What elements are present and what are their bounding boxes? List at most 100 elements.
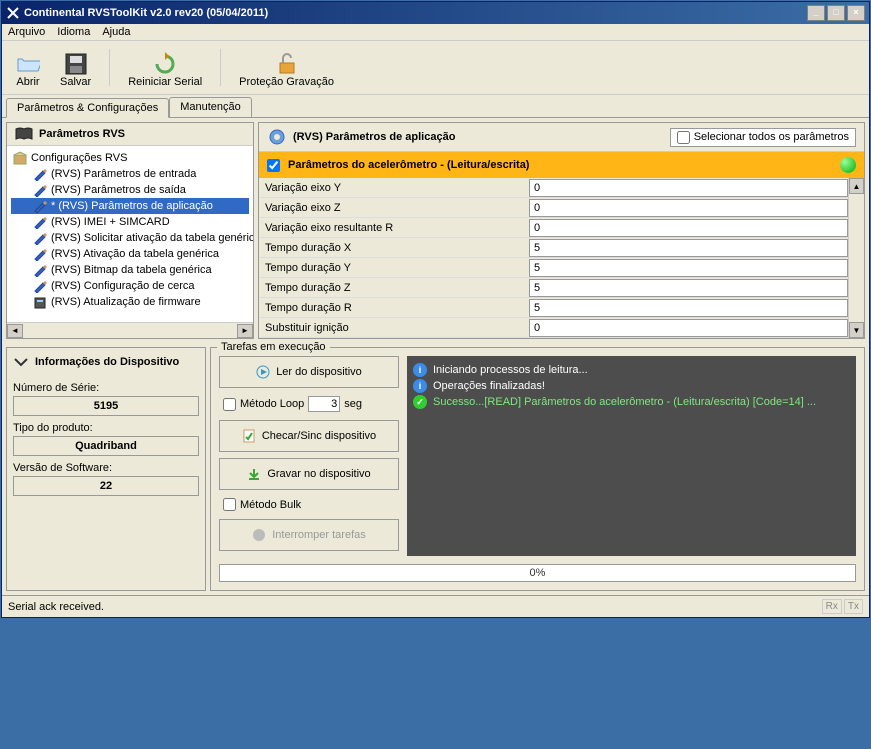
bulk-method-row: Método Bulk <box>219 496 399 513</box>
tree-item[interactable]: (RVS) IMEI + SIMCARD <box>11 214 249 230</box>
log-output[interactable]: iIniciando processos de leitura...iOpera… <box>407 356 856 556</box>
sw-row: Versão de Software: 22 <box>13 462 199 496</box>
progress-bar: 0% <box>219 564 856 582</box>
tree-item[interactable]: (RVS) Atualização de firmware <box>11 294 249 310</box>
tree-item-label: (RVS) Ativação da tabela genérica <box>51 248 219 260</box>
stop-icon <box>252 528 266 542</box>
product-value: Quadriband <box>13 436 199 456</box>
menu-idioma[interactable]: Idioma <box>57 26 90 38</box>
maximize-button[interactable]: □ <box>827 5 845 21</box>
tree-hscroll[interactable]: ◄ ► <box>7 322 253 338</box>
product-label: Tipo do produto: <box>13 422 199 434</box>
param-value-input[interactable] <box>529 259 848 277</box>
right-panel-header: (RVS) Parâmetros de aplicação Selecionar… <box>259 123 864 152</box>
save-label: Salvar <box>60 76 91 88</box>
vscroll-track[interactable] <box>849 194 864 322</box>
serial-value: 5195 <box>13 396 199 416</box>
folder-open-icon <box>16 52 40 76</box>
close-button[interactable]: × <box>847 5 865 21</box>
stop-label: Interromper tarefas <box>272 529 366 541</box>
tasks-panel: Tarefas em execução Ler do dispositivo M… <box>210 347 865 591</box>
log-line: iIniciando processos de leitura... <box>413 362 850 378</box>
menu-ajuda[interactable]: Ajuda <box>102 26 130 38</box>
param-value-input[interactable] <box>529 199 848 217</box>
seg-label: seg <box>344 398 362 410</box>
pencil-icon <box>33 247 47 261</box>
select-all-checkbox[interactable]: Selecionar todos os parâmetros <box>670 128 856 147</box>
tasks-body: Ler do dispositivo Método Loop seg Checa… <box>211 352 864 560</box>
tree-item-label: * (RVS) Parâmetros de aplicação <box>51 200 213 212</box>
param-label: Tempo duração X <box>259 240 529 256</box>
devinfo-title: Informações do Dispositivo <box>35 356 179 368</box>
tab-manutencao[interactable]: Manutenção <box>169 97 252 117</box>
app-icon <box>6 6 20 20</box>
param-group-header[interactable]: Parâmetros do acelerômetro - (Leitura/es… <box>259 152 864 178</box>
read-device-button[interactable]: Ler do dispositivo <box>219 356 399 388</box>
tree-item[interactable]: (RVS) Bitmap da tabela genérica <box>11 262 249 278</box>
params-vscroll[interactable]: ▲ ▼ <box>848 178 864 338</box>
minimize-button[interactable]: _ <box>807 5 825 21</box>
select-all-input[interactable] <box>677 131 690 144</box>
tab-params[interactable]: Parâmetros & Configurações <box>6 98 169 118</box>
tree-item-label: (RVS) Bitmap da tabela genérica <box>51 264 212 276</box>
tasks-legend: Tarefas em execução <box>217 341 330 353</box>
main-window: Continental RVSToolKit v2.0 rev20 (05/04… <box>1 1 870 618</box>
bulk-checkbox[interactable] <box>223 498 236 511</box>
sw-value: 22 <box>13 476 199 496</box>
open-button[interactable]: Abrir <box>10 45 46 90</box>
chevron-down-icon <box>13 357 29 367</box>
tree-item[interactable]: * (RVS) Parâmetros de aplicação <box>11 198 249 214</box>
loop-seconds-input[interactable] <box>308 396 340 412</box>
config-tree[interactable]: Configurações RVS (RVS) Parâmetros de en… <box>7 146 253 322</box>
menu-arquivo[interactable]: Arquivo <box>8 26 45 38</box>
save-button[interactable]: Salvar <box>54 45 97 90</box>
param-value-input[interactable] <box>529 239 848 257</box>
stop-tasks-button[interactable]: Interromper tarefas <box>219 519 399 551</box>
box-icon <box>13 151 27 165</box>
restart-serial-button[interactable]: Reiniciar Serial <box>122 45 208 90</box>
tree-title: Parâmetros RVS <box>39 128 125 140</box>
tree-root[interactable]: Configurações RVS <box>11 150 249 166</box>
open-label: Abrir <box>16 76 39 88</box>
group-checkbox[interactable] <box>267 159 280 172</box>
param-label: Tempo duração R <box>259 300 529 316</box>
tree-item[interactable]: (RVS) Parâmetros de saída <box>11 182 249 198</box>
info-icon: i <box>413 379 427 393</box>
menubar: Arquivo Idioma Ajuda <box>2 24 869 41</box>
pencil-icon <box>33 279 47 293</box>
sw-label: Versão de Software: <box>13 462 199 474</box>
scroll-down-button[interactable]: ▼ <box>849 322 864 338</box>
read-label: Ler do dispositivo <box>276 366 362 378</box>
param-value-input[interactable] <box>529 319 848 337</box>
play-icon <box>256 365 270 379</box>
check-icon: ✓ <box>413 395 427 409</box>
loop-method-row: Método Loop seg <box>219 394 399 414</box>
param-value-input[interactable] <box>529 219 848 237</box>
param-label: Substituir ignição <box>259 320 529 336</box>
tree-item-label: (RVS) IMEI + SIMCARD <box>51 216 170 228</box>
scroll-up-button[interactable]: ▲ <box>849 178 864 194</box>
protection-label: Proteção Gravação <box>239 76 334 88</box>
rx-indicator: Rx <box>822 599 842 614</box>
tree-item[interactable]: (RVS) Ativação da tabela genérica <box>11 246 249 262</box>
write-device-button[interactable]: Gravar no dispositivo <box>219 458 399 490</box>
write-protection-button[interactable]: Proteção Gravação <box>233 45 340 90</box>
pencil-icon <box>33 263 47 277</box>
param-value-input[interactable] <box>529 279 848 297</box>
toolbar-separator-2 <box>220 49 221 86</box>
scroll-left-button[interactable]: ◄ <box>7 324 23 338</box>
param-value-input[interactable] <box>529 299 848 317</box>
tree-item[interactable]: (RVS) Solicitar ativação da tabela genér… <box>11 230 249 246</box>
log-line: iOperações finalizadas! <box>413 378 850 394</box>
tree-item[interactable]: (RVS) Configuração de cerca <box>11 278 249 294</box>
check-sync-button[interactable]: Checar/Sinc dispositivo <box>219 420 399 452</box>
param-value-input[interactable] <box>529 179 848 197</box>
log-text: Iniciando processos de leitura... <box>433 364 588 376</box>
download-icon <box>247 467 261 481</box>
right-panel-title: (RVS) Parâmetros de aplicação <box>293 131 664 143</box>
group-title: Parâmetros do acelerômetro - (Leitura/es… <box>288 159 529 171</box>
tree-item-label: (RVS) Parâmetros de saída <box>51 184 186 196</box>
loop-checkbox[interactable] <box>223 398 236 411</box>
scroll-right-button[interactable]: ► <box>237 324 253 338</box>
tree-item[interactable]: (RVS) Parâmetros de entrada <box>11 166 249 182</box>
